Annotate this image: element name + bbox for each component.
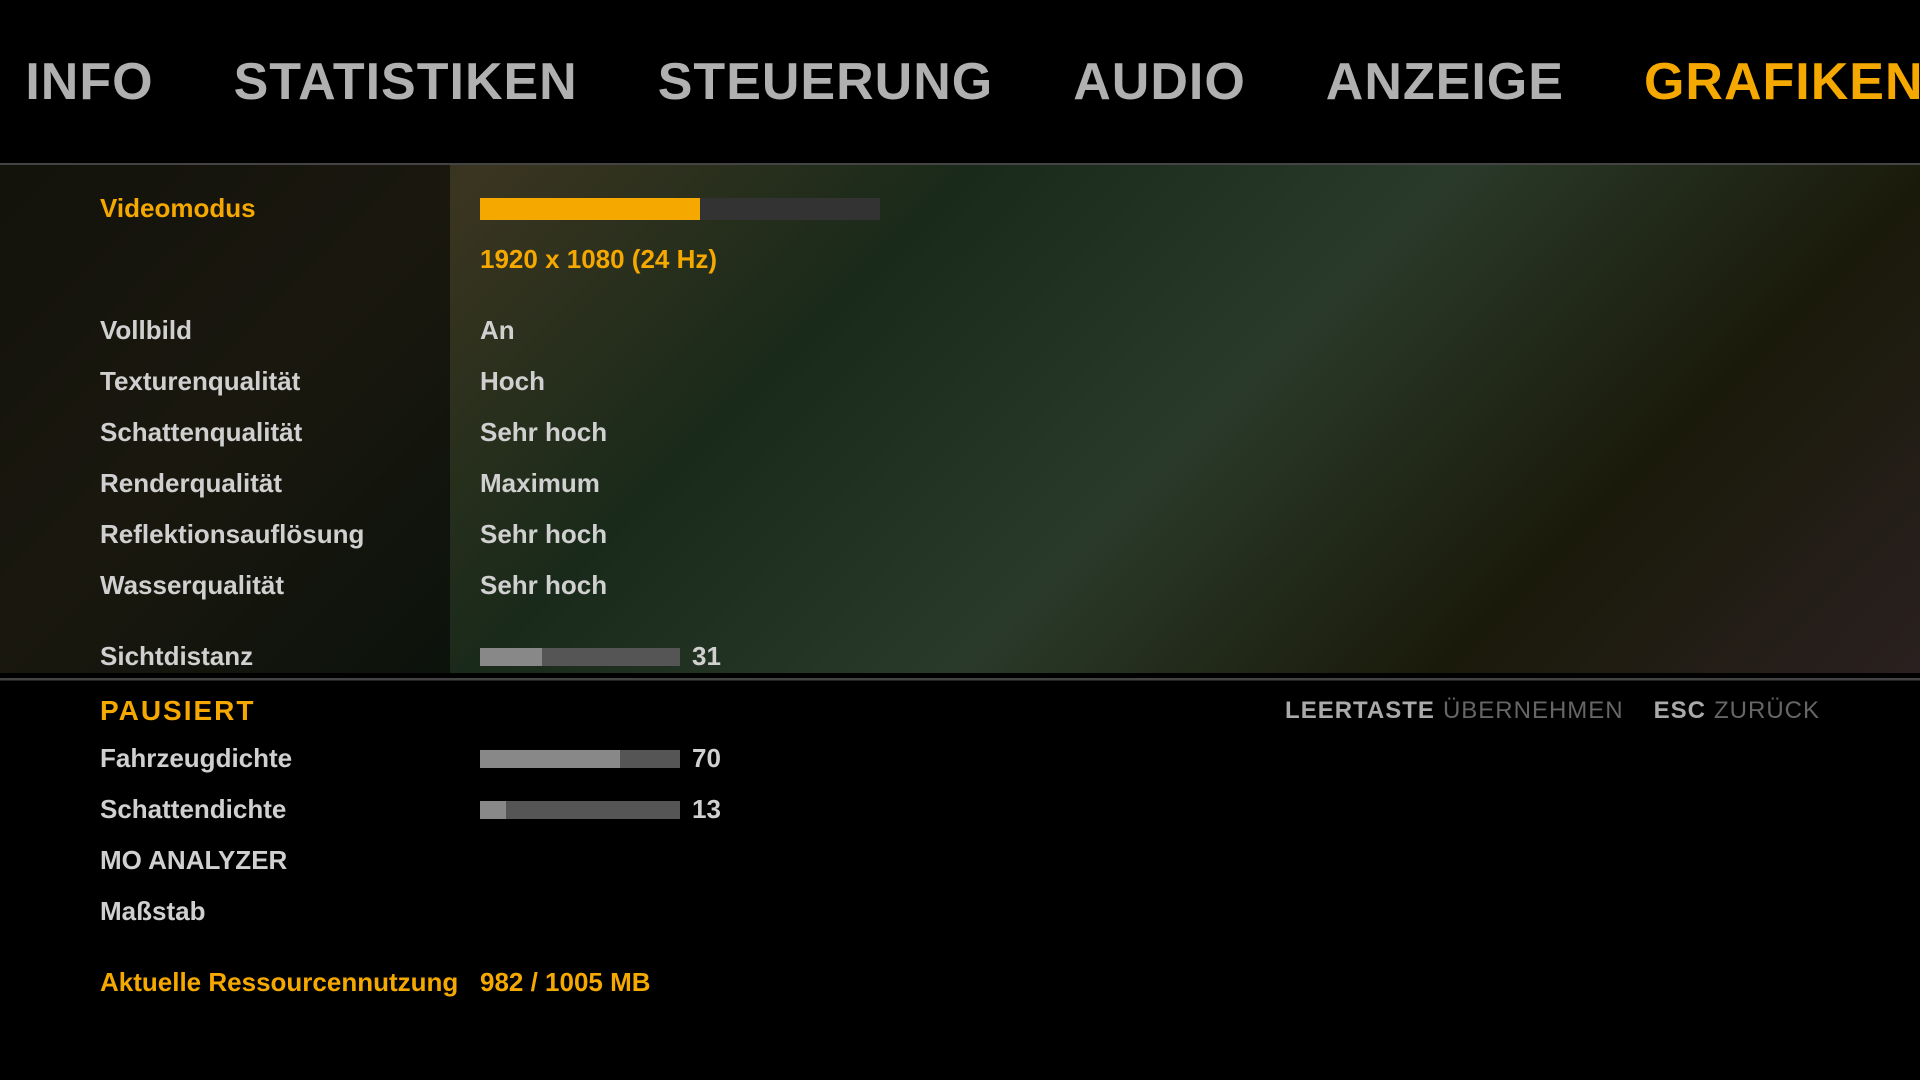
settings-panel: Videomodus 1920 x 1080 (24 Hz) Vollbild … [0,163,870,673]
schattendichte-bar [480,801,680,819]
wasserqualitaet-value[interactable]: Sehr hoch [480,560,880,611]
action-zurueck: ZURÜCK [1714,697,1820,725]
schattendichte-slider[interactable]: 13 [480,794,880,825]
renderqualitaet-label: Renderqualität [100,458,480,509]
nav-item-statistiken[interactable]: Statistiken [234,52,578,112]
sichtdistanz-fill [480,648,542,666]
sichtdistanz-value: 31 [692,641,732,672]
nav-item-audio[interactable]: Audio [1073,52,1246,112]
schattendichte-value: 13 [692,794,732,825]
fahrzeugdichte-value: 70 [692,743,732,774]
fahrzeugdichte-bar [480,750,680,768]
key-hint-esc: ESC ZURÜCK [1654,697,1820,725]
resource-label: Aktuelle Ressourcennutzung [100,957,480,1008]
reflektionsaufloesung-label: Reflektionsauflösung [100,509,480,560]
schattenqualitaet-label: Schattenqualität [100,407,480,458]
key-hint-leertaste: LEERTASTE ÜBERNEHMEN [1285,697,1624,725]
nav-item-anzeige[interactable]: Anzeige [1326,52,1564,112]
reflektionsaufloesung-value[interactable]: Sehr hoch [480,509,880,560]
texturenqualitaet-label: Texturenqualität [100,356,480,407]
massstab-label: Maßstab [100,886,480,937]
navigation: Karte Info Statistiken Steuerung Audio A… [0,0,1920,163]
texturenqualitaet-value[interactable]: Hoch [480,356,880,407]
vollbild-label: Vollbild [100,305,480,356]
fahrzeugdichte-label: Fahrzeugdichte [100,733,480,784]
vollbild-value[interactable]: An [480,305,880,356]
wasserqualitaet-label: Wasserqualität [100,560,480,611]
key-leertaste: LEERTASTE [1285,697,1435,725]
sichtdistanz-slider[interactable]: 31 [480,641,880,672]
action-uebernehmen: ÜBERNEHMEN [1443,697,1624,725]
mo-analyzer-label: MO ANALYZER [100,835,480,886]
resource-value: 982 / 1005 MB [480,957,880,1008]
schattendichte-label: Schattendichte [100,784,480,835]
renderqualitaet-value[interactable]: Maximum [480,458,880,509]
paused-label: PAUSIERT [100,695,256,727]
nav-separator [0,163,1920,165]
nav-item-steuerung[interactable]: Steuerung [658,52,993,112]
videomodus-fill [480,198,700,220]
nav-item-info[interactable]: Info [25,52,153,112]
nav-item-grafiken[interactable]: Grafiken [1644,52,1920,112]
schattendichte-fill [480,801,506,819]
key-hints: LEERTASTE ÜBERNEHMEN ESC ZURÜCK [1285,697,1820,725]
videomodus-label: Videomodus [100,183,480,234]
videomodus-bar [480,198,880,220]
status-bar: PAUSIERT LEERTASTE ÜBERNEHMEN ESC ZURÜCK [0,680,1920,740]
sichtdistanz-bar [480,648,680,666]
sichtdistanz-label: Sichtdistanz [100,631,480,682]
videomodus-value: 1920 x 1080 (24 Hz) [480,234,880,285]
fahrzeugdichte-slider[interactable]: 70 [480,743,880,774]
videomodus-slider-container[interactable] [480,193,880,225]
key-esc: ESC [1654,697,1706,725]
fahrzeugdichte-fill [480,750,620,768]
bottom-separator [0,678,1920,680]
schattenqualitaet-value[interactable]: Sehr hoch [480,407,880,458]
